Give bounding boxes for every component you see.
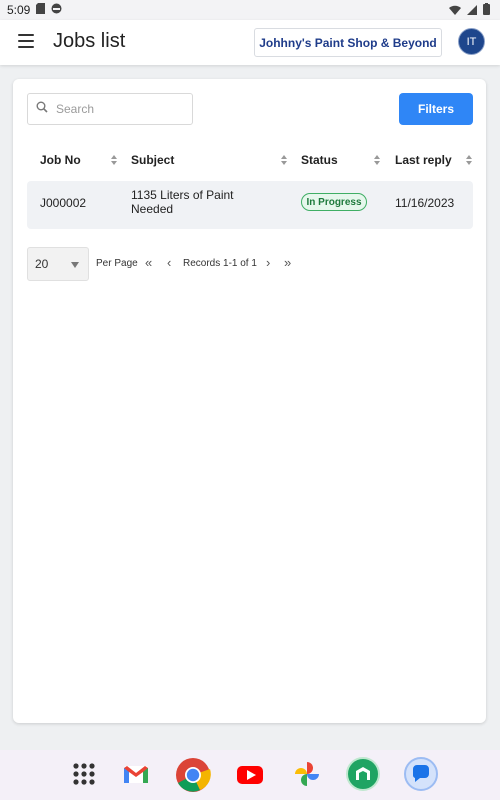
wifi-icon <box>449 4 461 18</box>
messages-icon[interactable] <box>404 757 438 791</box>
status-bar: 5:09 <box>0 0 500 20</box>
shop-selector-button[interactable]: Johhny's Paint Shop & Beyond <box>254 28 442 57</box>
youtube-icon[interactable] <box>233 757 267 791</box>
sd-card-icon <box>36 3 46 17</box>
last-reply-date: 11/16/2023 <box>395 196 455 210</box>
last-page-button[interactable]: » <box>284 255 291 270</box>
column-header-job-no[interactable]: Job No <box>40 153 81 167</box>
apps-icon[interactable] <box>67 757 101 791</box>
column-header-status[interactable]: Status <box>301 153 338 167</box>
per-page-value: 20 <box>35 257 49 271</box>
search-input[interactable] <box>54 101 178 117</box>
gmail-icon[interactable] <box>119 757 153 791</box>
prev-page-button[interactable]: ‹ <box>167 255 171 270</box>
app-icon[interactable] <box>346 757 380 791</box>
photos-icon[interactable] <box>290 757 324 791</box>
status-time: 5:09 <box>7 3 31 17</box>
battery-icon <box>483 3 490 18</box>
filters-button[interactable]: Filters <box>399 93 473 125</box>
per-page-select[interactable]: 20 <box>27 247 89 281</box>
first-page-button[interactable]: « <box>145 255 152 270</box>
hamburger-menu-icon[interactable] <box>18 34 34 48</box>
job-number: J000002 <box>40 196 87 210</box>
next-page-button[interactable]: › <box>266 255 270 270</box>
page-title: Jobs list <box>53 30 126 52</box>
per-page-label: Per Page <box>96 258 138 269</box>
sort-icon[interactable] <box>373 153 381 167</box>
table-header: Job No Subject Status Last reply <box>27 151 473 171</box>
table-row[interactable]: J000002 1135 Liters of Paint Needed In P… <box>27 181 473 229</box>
job-subject: 1135 Liters of Paint Needed <box>131 188 234 216</box>
app-bar: Jobs list Johhny's Paint Shop & Beyond I… <box>0 20 500 65</box>
column-header-last-reply[interactable]: Last reply <box>395 153 452 167</box>
chrome-icon[interactable] <box>175 757 211 792</box>
column-header-subject[interactable]: Subject <box>131 153 174 167</box>
app-dock <box>0 750 500 800</box>
signal-icon <box>467 4 477 18</box>
search-box[interactable] <box>27 93 193 125</box>
sort-icon[interactable] <box>465 153 473 167</box>
job-subject-line: 1135 Liters of Paint <box>131 188 234 202</box>
avatar[interactable]: IT <box>458 28 485 55</box>
pagination: 20 Per Page « ‹ Records 1-1 of 1 › » <box>27 247 473 281</box>
job-subject-line: Needed <box>131 202 174 216</box>
sort-icon[interactable] <box>280 153 288 167</box>
chevron-down-icon <box>71 262 79 268</box>
status-badge: In Progress <box>301 193 367 211</box>
jobs-card: Filters Job No Subject Status Last reply… <box>13 79 486 723</box>
sync-icon <box>51 3 62 17</box>
records-info: Records 1-1 of 1 <box>183 258 257 269</box>
search-icon <box>36 100 48 118</box>
sort-icon[interactable] <box>110 153 118 167</box>
